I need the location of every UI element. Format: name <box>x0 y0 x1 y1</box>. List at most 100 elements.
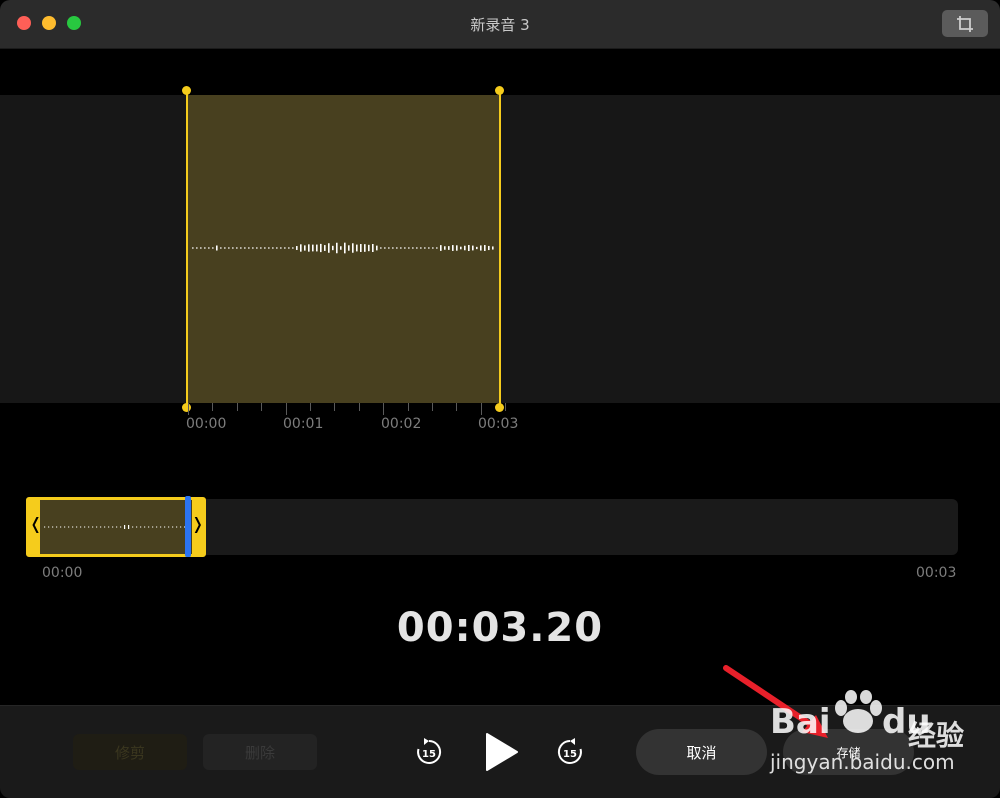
trim-end-line[interactable] <box>499 90 501 408</box>
waveform-bar <box>204 247 206 249</box>
overview-waveform-bar <box>176 526 178 528</box>
waveform-bar <box>456 245 458 251</box>
ruler-tick <box>480 403 482 415</box>
waveform-bar <box>268 247 270 249</box>
ruler-tick <box>505 403 507 411</box>
waveform-bar <box>220 247 222 249</box>
overview-waveform-bar <box>76 526 78 528</box>
ruler-tick <box>212 403 214 411</box>
waveform-bar <box>308 244 310 252</box>
skip-back-seconds: 15 <box>422 749 436 760</box>
overview-waveform-bar <box>136 526 138 528</box>
waveform-bar <box>468 245 470 251</box>
ruler-tick <box>383 403 385 415</box>
overview-waveform-bar <box>116 526 118 528</box>
waveform-bar <box>380 247 382 249</box>
play-icon <box>486 733 518 771</box>
ruler-tick <box>261 403 263 411</box>
waveform-bar <box>196 247 198 249</box>
waveform-bar <box>464 245 466 251</box>
overview-waveform-bar <box>84 526 86 528</box>
waveform-bar <box>356 244 358 252</box>
waveform-bar <box>296 246 298 250</box>
ruler-tick <box>285 403 287 415</box>
overview-waveform-bar <box>124 525 126 529</box>
waveform-bar <box>404 247 406 249</box>
waveform-bar <box>232 247 234 249</box>
waveform-bar <box>224 247 226 249</box>
overview-waveform-bar <box>120 526 122 528</box>
waveform-bar <box>200 247 202 249</box>
skip-forward-icon: 15 <box>557 738 582 764</box>
trim-start-line[interactable] <box>186 90 188 408</box>
waveform-bar <box>344 242 346 254</box>
ruler-tick <box>334 403 336 411</box>
overview-waveform-bar <box>164 526 166 528</box>
watermark-brand: Bai <box>770 702 831 742</box>
waveform-bar <box>304 245 306 251</box>
waveform-bar <box>488 245 490 251</box>
ruler-tick <box>358 403 360 411</box>
waveform-bar <box>384 247 386 249</box>
play-button[interactable] <box>484 732 520 772</box>
overview-waveform-bar <box>132 526 134 528</box>
waveform-bar <box>348 245 350 251</box>
overview-waveform-bar <box>92 526 94 528</box>
waveform-bar <box>364 244 366 252</box>
overview-waveform-bar <box>168 526 170 528</box>
overview-waveform-bar <box>128 525 130 529</box>
waveform-bar <box>280 247 282 249</box>
trim-button[interactable]: 修剪 <box>73 734 187 770</box>
waveform-bar <box>336 242 338 254</box>
waveform-bar <box>372 244 374 252</box>
skip-forward-15-button[interactable]: 15 <box>555 737 585 767</box>
ruler-tick <box>310 403 311 411</box>
watermark-product: 经验 <box>908 719 965 752</box>
waveform-bar <box>320 243 322 253</box>
waveform-bar <box>460 246 462 250</box>
overview-waveform-bar <box>108 526 110 528</box>
waveform-bar <box>408 247 410 249</box>
overview-waveform-bar <box>160 526 162 528</box>
waveform-bar <box>428 247 430 249</box>
ruler-tick <box>456 403 458 411</box>
skip-forward-seconds: 15 <box>563 749 577 760</box>
overview-right-handle-icon[interactable]: ❭ <box>191 514 204 533</box>
waveform-bar <box>436 247 438 249</box>
time-label-2: 00:02 <box>381 416 422 432</box>
overview-waveform-bar <box>48 526 50 528</box>
waveform-bar <box>376 245 378 251</box>
overview-waveform-bar <box>88 526 90 528</box>
skip-back-icon: 15 <box>417 738 442 764</box>
waveform-bar <box>252 247 254 249</box>
waveform-bar <box>228 247 230 249</box>
delete-button[interactable]: 删除 <box>203 734 317 770</box>
voice-memos-window: 新录音 3 00:00 00:01 00:02 00:03 ❬ ❭ 00:00 … <box>0 0 1000 798</box>
playhead[interactable] <box>185 496 191 557</box>
waveform-bar <box>432 247 434 249</box>
overview-waveform <box>44 525 186 529</box>
waveform-bar <box>316 244 318 252</box>
waveform-bar <box>368 244 370 252</box>
waveform-bar <box>244 247 246 249</box>
waveform-bar <box>340 246 342 250</box>
trim-end-top-handle[interactable] <box>495 86 504 95</box>
waveform-bar <box>276 247 278 249</box>
waveform-bar <box>312 244 314 252</box>
ruler-tick <box>407 403 409 411</box>
overview-waveform-bar <box>156 526 158 528</box>
waveform-bar <box>264 247 266 249</box>
overview-waveform-bar <box>80 526 82 528</box>
overview-left-handle-icon[interactable]: ❬ <box>29 514 42 533</box>
waveform-bar <box>424 247 426 249</box>
overview-selection[interactable] <box>26 497 206 557</box>
time-label-1: 00:01 <box>283 416 324 432</box>
overview-waveform-bar <box>148 526 150 528</box>
trim-start-top-handle[interactable] <box>182 86 191 95</box>
waveform-bar <box>452 245 454 251</box>
skip-back-15-button[interactable]: 15 <box>414 737 444 767</box>
time-label-0: 00:00 <box>186 416 227 432</box>
waveform-bar <box>448 246 450 250</box>
current-time-display: 00:03.20 <box>396 605 604 651</box>
waveform-bar <box>324 245 326 251</box>
